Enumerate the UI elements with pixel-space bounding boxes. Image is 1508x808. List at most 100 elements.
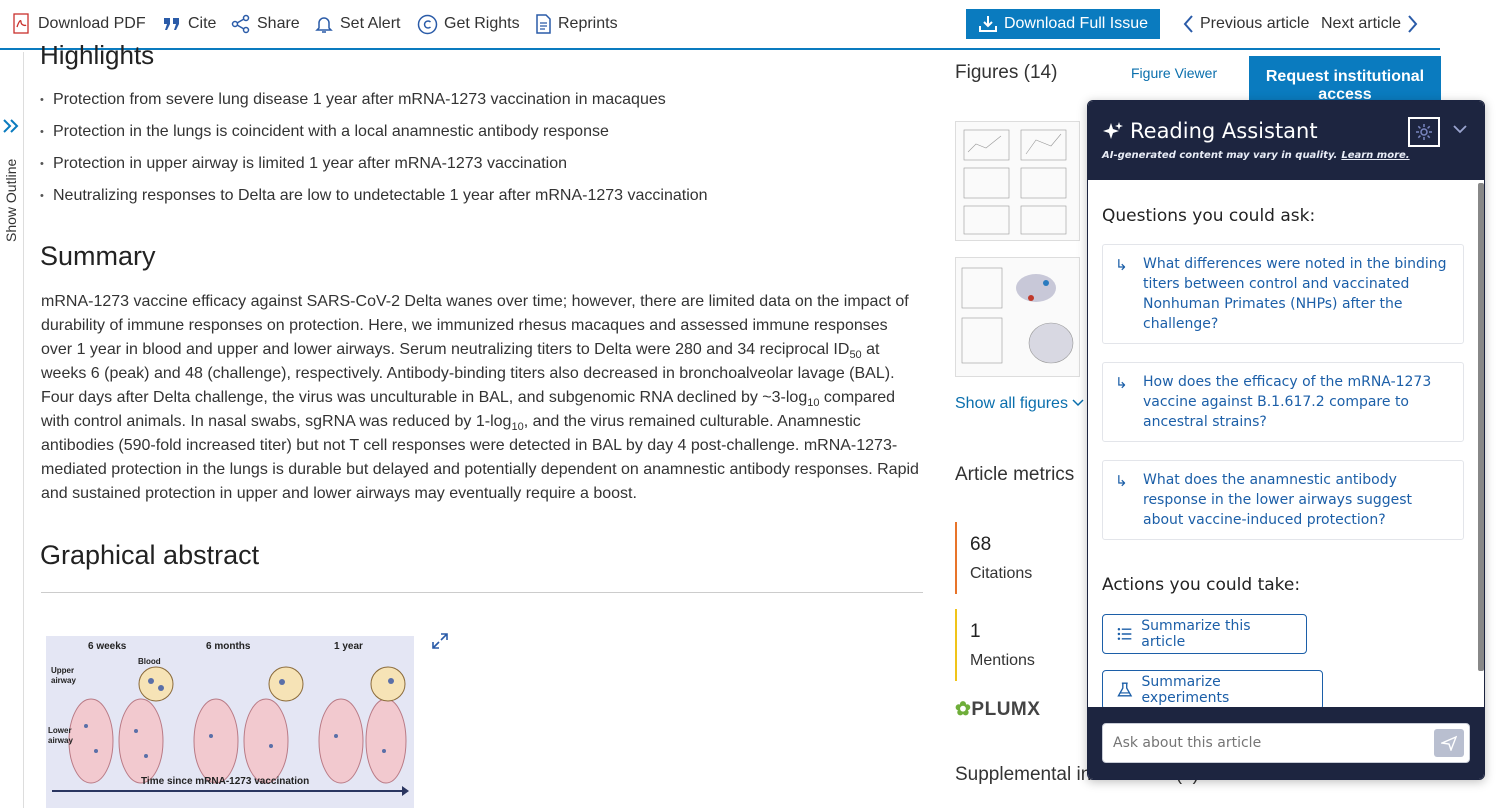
graphical-abstract-image[interactable]: 6 weeks 6 months 1 year Upper airway Blo… — [46, 636, 414, 808]
metric-label: Citations — [970, 565, 1033, 582]
get-rights-label: Get Rights — [444, 15, 520, 32]
figure-thumbnail[interactable] — [955, 121, 1080, 241]
highlights-heading: Highlights — [40, 40, 155, 70]
show-all-figures-label: Show all figures — [955, 395, 1068, 412]
chevron-right-icon — [1408, 15, 1418, 33]
summary-subscript: 10 — [511, 421, 524, 434]
quote-icon — [164, 18, 179, 30]
suggested-question[interactable]: ↳ What does the anamnestic antibody resp… — [1102, 460, 1464, 540]
chevron-down-icon[interactable] — [1452, 123, 1468, 135]
reading-assistant-title: Reading Assistant — [1130, 119, 1318, 143]
document-icon — [536, 14, 551, 34]
suggested-question-text: What differences were noted in the bindi… — [1143, 256, 1447, 332]
next-article-link[interactable]: Next article — [1321, 12, 1425, 36]
download-icon — [978, 16, 997, 32]
scrollbar[interactable] — [1478, 183, 1484, 671]
summary-text-1: mRNA-1273 vaccine efficacy against SARS-… — [41, 293, 909, 358]
set-alert-label: Set Alert — [340, 15, 401, 32]
suggested-question-text: What does the anamnestic antibody respon… — [1143, 472, 1413, 528]
summary-paragraph: mRNA-1273 vaccine efficacy against SARS-… — [41, 290, 923, 506]
cite-button[interactable]: Cite — [162, 12, 216, 36]
reprints-label: Reprints — [558, 15, 618, 32]
share-button[interactable]: Share — [231, 12, 300, 36]
previous-article-link[interactable]: Previous article — [1182, 12, 1309, 36]
suggested-question[interactable]: ↳ How does the efficacy of the mRNA-1273… — [1102, 362, 1464, 442]
highlight-item: Neutralizing responses to Delta are low … — [40, 186, 920, 218]
show-all-figures-link[interactable]: Show all figures — [955, 395, 1084, 413]
request-institutional-access-button[interactable]: Request institutional access — [1249, 56, 1441, 106]
share-label: Share — [257, 15, 300, 32]
download-pdf-button[interactable]: Download PDF — [12, 12, 146, 36]
show-outline-toggle[interactable]: Show Outline — [3, 159, 19, 242]
return-arrow-icon: ↳ — [1115, 256, 1128, 274]
highlight-item: Protection in the lungs is coincident wi… — [40, 122, 920, 154]
figure-thumbnail-graphic — [963, 129, 1067, 235]
highlight-item: Protection from severe lung disease 1 ye… — [40, 90, 920, 122]
summary-subscript: 50 — [849, 349, 862, 362]
citations-metric[interactable]: 68 Citations — [955, 522, 1075, 594]
summarize-article-button[interactable]: Summarize this article — [1102, 614, 1307, 654]
expand-icon[interactable] — [432, 633, 448, 654]
reading-assistant-header: Reading Assistant AI-generated content m… — [1088, 101, 1484, 180]
download-full-issue-button[interactable]: Download Full Issue — [966, 9, 1160, 39]
next-article-label: Next article — [1321, 15, 1402, 32]
ai-disclaimer-text: AI-generated content may vary in quality… — [1102, 150, 1338, 161]
figure-thumbnail[interactable] — [955, 257, 1080, 377]
plumx-icon: ✿ — [955, 699, 972, 720]
metric-label: Mentions — [970, 652, 1035, 669]
send-button[interactable] — [1434, 729, 1464, 757]
summarize-experiments-label: Summarize experiments — [1141, 674, 1230, 706]
highlights-list: Protection from severe lung disease 1 ye… — [40, 90, 920, 218]
download-pdf-label: Download PDF — [38, 15, 146, 32]
pdf-icon — [13, 13, 29, 34]
mentions-metric[interactable]: 1 Mentions — [955, 609, 1075, 681]
gear-icon — [1416, 124, 1432, 140]
chevron-left-icon — [1183, 15, 1193, 33]
ga-time-label: 6 weeks — [88, 641, 127, 652]
summarize-article-label: Summarize this article — [1141, 618, 1251, 650]
suggested-question-text: How does the efficacy of the mRNA-1273 v… — [1143, 374, 1432, 430]
download-full-issue-label: Download Full Issue — [1003, 15, 1149, 32]
flask-icon — [1117, 682, 1133, 697]
figure-thumbnail-graphic — [961, 267, 1074, 364]
settings-button[interactable] — [1408, 117, 1440, 147]
summary-subscript: 10 — [807, 397, 820, 410]
summarize-experiments-button[interactable]: Summarize experiments — [1102, 670, 1323, 710]
ga-region-label: Blood — [138, 657, 161, 666]
cite-label: Cite — [188, 15, 217, 32]
bell-icon — [315, 17, 333, 33]
metric-value: 68 — [970, 534, 992, 555]
plumx-wordmark: PLUMX — [971, 699, 1041, 720]
double-chevron-right-icon[interactable] — [2, 118, 20, 137]
return-arrow-icon: ↳ — [1115, 374, 1128, 392]
reading-assistant-footer — [1088, 707, 1484, 779]
ga-time-label: 6 months — [206, 641, 251, 652]
learn-more-link[interactable]: Learn more. — [1341, 150, 1409, 161]
previous-article-label: Previous article — [1200, 15, 1310, 32]
chevron-down-icon — [1072, 399, 1084, 407]
plumx-logo[interactable]: ✿PLUMX — [955, 698, 1040, 721]
return-arrow-icon: ↳ — [1115, 472, 1128, 490]
article-metrics-heading: Article metrics — [955, 464, 1075, 485]
send-icon — [1441, 735, 1457, 751]
summary-heading: Summary — [40, 241, 156, 271]
figure-viewer-link[interactable]: Figure Viewer — [1131, 65, 1217, 81]
sparkle-icon — [1103, 122, 1123, 139]
metric-value: 1 — [970, 621, 981, 642]
ask-question-input[interactable] — [1102, 723, 1470, 763]
lung-illustration-2 — [193, 666, 304, 784]
reading-assistant-panel: Reading Assistant AI-generated content m… — [1087, 100, 1485, 780]
set-alert-button[interactable]: Set Alert — [314, 12, 400, 36]
get-rights-button[interactable]: Get Rights — [417, 12, 520, 36]
article-toolbar: Download PDF Cite Share Set Alert Get Ri… — [0, 0, 1440, 50]
share-icon — [231, 14, 250, 34]
lung-illustration-3 — [318, 666, 407, 784]
suggested-question[interactable]: ↳ What differences were noted in the bin… — [1102, 244, 1464, 344]
questions-heading: Questions you could ask: — [1102, 206, 1316, 226]
section-divider — [41, 592, 923, 593]
ga-region-label: Lower airway — [48, 726, 73, 745]
graphical-abstract-heading: Graphical abstract — [40, 540, 260, 570]
actions-heading: Actions you could take: — [1102, 575, 1301, 595]
ga-axis-label: Time since mRNA-1273 vaccination — [141, 776, 310, 787]
reprints-button[interactable]: Reprints — [534, 12, 618, 36]
